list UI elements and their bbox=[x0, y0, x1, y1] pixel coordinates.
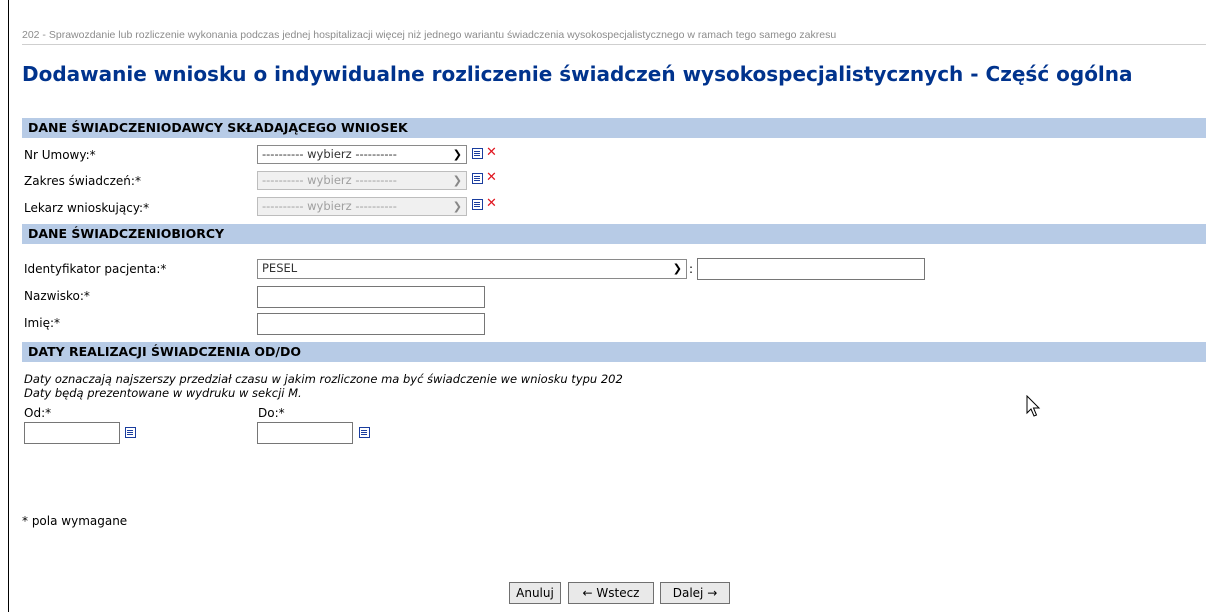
breadcrumb: 202 - Sprawozdanie lub rozliczenie wykon… bbox=[22, 29, 837, 41]
page-title: Dodawanie wniosku o indywidualne rozlicz… bbox=[22, 62, 1133, 86]
list-icon[interactable] bbox=[472, 199, 483, 210]
patient-identifier-label: Identyfikator pacjenta:* bbox=[24, 262, 167, 276]
calendar-icon[interactable] bbox=[359, 427, 370, 438]
provider-section-header: DANE ŚWIADCZENIODAWCY SKŁADAJĄCEGO WNIOS… bbox=[22, 118, 1206, 138]
cancel-button[interactable]: Anuluj bbox=[509, 582, 561, 604]
mouse-cursor-icon bbox=[1026, 395, 1041, 417]
chevron-down-icon: ❯ bbox=[452, 148, 462, 161]
patient-section-header: DANE ŚWIADCZENIOBIORCY bbox=[22, 224, 1206, 244]
requesting-doctor-label: Lekarz wnioskujący:* bbox=[24, 201, 150, 215]
clear-icon[interactable]: ✕ bbox=[486, 171, 497, 184]
page-left-border bbox=[8, 0, 9, 612]
back-button[interactable]: ← Wstecz bbox=[568, 582, 654, 604]
calendar-icon[interactable] bbox=[125, 427, 136, 438]
date-from-label: Od:* bbox=[24, 406, 52, 420]
chevron-down-icon: ❯ bbox=[452, 200, 462, 213]
firstname-label: Imię:* bbox=[24, 316, 60, 330]
chevron-down-icon: ❯ bbox=[672, 262, 682, 275]
date-from-input[interactable] bbox=[24, 422, 120, 444]
firstname-input[interactable] bbox=[257, 313, 485, 335]
requesting-doctor-select[interactable]: ---------- wybierz ---------- ❯ bbox=[257, 197, 467, 216]
next-button[interactable]: Dalej → bbox=[660, 582, 730, 604]
clear-icon[interactable]: ✕ bbox=[486, 146, 497, 159]
list-icon[interactable] bbox=[472, 148, 483, 159]
surname-input[interactable] bbox=[257, 286, 485, 308]
date-to-label: Do:* bbox=[258, 406, 285, 420]
identifier-type-select[interactable]: PESEL ❯ bbox=[257, 259, 687, 279]
service-scope-select[interactable]: ---------- wybierz ---------- ❯ bbox=[257, 171, 467, 190]
contract-number-label: Nr Umowy:* bbox=[24, 148, 96, 162]
date-to-input[interactable] bbox=[257, 422, 353, 444]
breadcrumb-divider bbox=[22, 44, 1206, 45]
list-icon[interactable] bbox=[472, 173, 483, 184]
chevron-down-icon: ❯ bbox=[452, 174, 462, 187]
required-fields-note: * pola wymagane bbox=[22, 514, 128, 528]
service-scope-label: Zakres świadczeń:* bbox=[24, 174, 141, 188]
contract-number-select[interactable]: ---------- wybierz ---------- ❯ bbox=[257, 145, 467, 164]
clear-icon[interactable]: ✕ bbox=[486, 197, 497, 210]
surname-label: Nazwisko:* bbox=[24, 289, 90, 303]
dates-note-2: Daty będą prezentowane w wydruku w sekcj… bbox=[24, 386, 302, 400]
patient-identifier-input[interactable] bbox=[697, 258, 925, 280]
dates-note-1: Daty oznaczają najszerszy przedział czas… bbox=[24, 372, 623, 386]
dates-section-header: DATY REALIZACJI ŚWIADCZENIA OD/DO bbox=[22, 342, 1206, 362]
